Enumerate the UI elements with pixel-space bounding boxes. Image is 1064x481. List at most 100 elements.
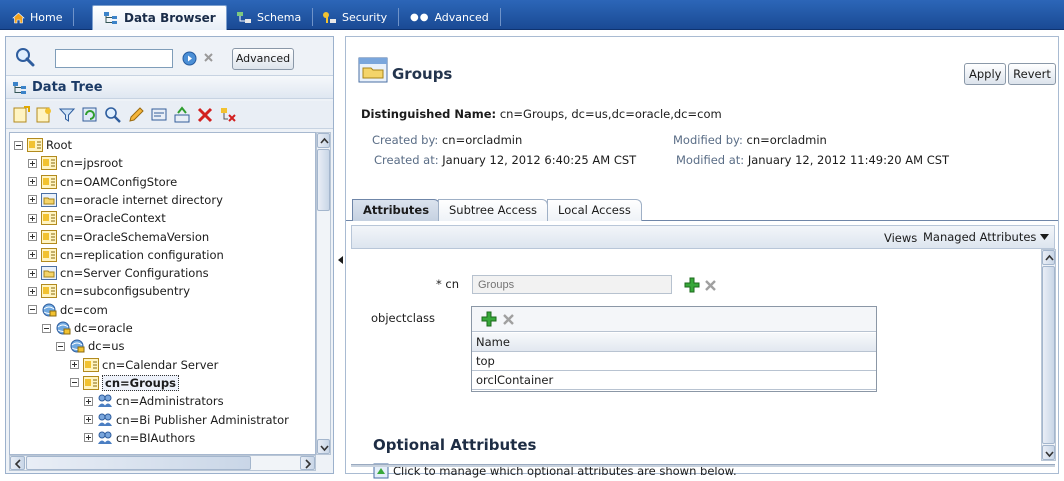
objectclass-toolbar xyxy=(472,307,876,332)
modified-at-label: Modified at: xyxy=(676,153,745,167)
scroll-down-button[interactable] xyxy=(317,439,330,454)
expand-icon[interactable] xyxy=(28,286,37,296)
tree-node[interactable]: cn=OAMConfigStore xyxy=(28,173,177,191)
tree-node[interactable]: cn=replication configuration xyxy=(28,246,224,264)
tree-node[interactable]: dc=oracle xyxy=(42,319,133,337)
domain-icon xyxy=(41,303,57,317)
table-row[interactable]: orclContainer xyxy=(472,371,876,390)
schema-icon xyxy=(237,12,251,23)
scroll-thumb[interactable] xyxy=(317,149,330,211)
collapse-icon[interactable] xyxy=(28,305,37,315)
tab-label: Security xyxy=(342,11,388,24)
collapse-icon[interactable] xyxy=(56,341,65,351)
add-icon[interactable] xyxy=(684,277,700,293)
entry-tabs: Attributes Subtree Access Local Access xyxy=(346,197,1058,221)
move-icon[interactable] xyxy=(173,106,191,124)
tab-home[interactable]: Home xyxy=(2,5,75,30)
apply-button[interactable]: Apply xyxy=(964,63,1006,85)
expand-icon[interactable] xyxy=(28,268,37,278)
remove-icon[interactable] xyxy=(502,313,515,326)
revert-button[interactable]: Revert xyxy=(1008,63,1056,85)
edit-icon[interactable] xyxy=(127,106,145,124)
create-entry-icon[interactable] xyxy=(12,106,30,124)
expand-icon[interactable] xyxy=(28,232,37,241)
form-vertical-scrollbar[interactable] xyxy=(1041,249,1056,461)
search-row: Advanced xyxy=(6,37,333,73)
rename-icon[interactable] xyxy=(150,106,168,124)
search-entry-icon[interactable] xyxy=(104,106,122,124)
tree-node[interactable]: cn=Groups xyxy=(70,374,179,392)
filter-icon[interactable] xyxy=(58,106,76,124)
domain-icon xyxy=(69,339,85,353)
expand-icon[interactable] xyxy=(28,250,37,260)
tree-node[interactable]: cn=Bi Publisher Administrator xyxy=(84,411,289,429)
tree-horizontal-scrollbar[interactable] xyxy=(9,455,316,471)
tab-schema[interactable]: Schema xyxy=(226,5,314,30)
expand-icon[interactable] xyxy=(28,177,37,187)
search-input[interactable] xyxy=(55,49,173,68)
scroll-up-button[interactable] xyxy=(1042,250,1055,265)
tab-advanced[interactable]: ●● Advanced xyxy=(400,5,501,30)
clear-icon[interactable] xyxy=(202,51,215,64)
tab-attributes[interactable]: Attributes xyxy=(352,199,441,221)
entry-icon xyxy=(83,375,99,390)
expand-icon[interactable] xyxy=(28,213,37,223)
tab-subtree-access[interactable]: Subtree Access xyxy=(438,199,549,221)
views-bar: Views Managed Attributes xyxy=(351,225,1055,249)
entry-icon xyxy=(41,284,57,299)
cn-input[interactable] xyxy=(472,275,672,294)
created-at: Created at: January 12, 2012 6:40:25 AM … xyxy=(374,153,636,167)
data-tree-header: Data Tree xyxy=(6,75,333,99)
expand-icon[interactable] xyxy=(70,360,79,370)
create-like-icon[interactable] xyxy=(35,106,53,124)
scroll-left-button[interactable] xyxy=(10,456,25,470)
caret-down-icon xyxy=(1040,234,1050,240)
table-row[interactable]: top xyxy=(472,352,876,371)
collapse-icon[interactable] xyxy=(14,140,23,150)
tab-data-browser[interactable]: Data Browser xyxy=(92,5,227,30)
tree-node[interactable]: dc=us xyxy=(56,337,125,355)
tree-node[interactable]: cn=oracle internet directory xyxy=(28,191,223,209)
views-dropdown[interactable]: Managed Attributes xyxy=(923,230,1050,244)
advanced-search-button[interactable]: Advanced xyxy=(232,48,294,70)
tree-node-label: cn=OracleSchemaVersion xyxy=(60,229,210,244)
tab-security[interactable]: Security xyxy=(312,5,400,30)
collapse-panel-icon[interactable] xyxy=(338,256,343,264)
tree-node[interactable]: cn=jpsroot xyxy=(28,154,123,172)
expand-icon[interactable] xyxy=(28,195,37,205)
tree-node[interactable]: cn=subconfigsubentry xyxy=(28,282,190,300)
tree-node[interactable]: cn=OracleSchemaVersion xyxy=(28,228,209,246)
tree-vertical-scrollbar[interactable] xyxy=(316,132,331,455)
tree-node[interactable]: cn=Calendar Server xyxy=(70,356,218,374)
go-icon[interactable] xyxy=(182,51,197,66)
scroll-down-button[interactable] xyxy=(1042,445,1055,460)
tree-node[interactable]: Root xyxy=(14,136,72,154)
collapse-icon[interactable] xyxy=(42,323,51,333)
expand-icon[interactable] xyxy=(84,396,93,406)
tree-node-label: cn=subconfigsubentry xyxy=(60,284,191,299)
scroll-up-button[interactable] xyxy=(317,133,330,148)
remove-icon[interactable] xyxy=(704,279,717,292)
tree-node[interactable]: cn=BIAuthors xyxy=(84,429,195,447)
expand-icon[interactable] xyxy=(28,158,37,168)
scroll-thumb[interactable] xyxy=(26,456,251,470)
delete-subtree-icon[interactable] xyxy=(219,106,237,124)
add-icon[interactable] xyxy=(481,311,497,327)
search-icon[interactable] xyxy=(14,47,40,67)
tree-node[interactable]: cn=OracleContext xyxy=(28,209,166,227)
tab-local-access[interactable]: Local Access xyxy=(547,199,642,221)
expand-icon[interactable] xyxy=(84,433,93,443)
collapse-icon[interactable] xyxy=(70,378,79,388)
tree-node-label: cn=jpsroot xyxy=(60,156,123,171)
delete-icon[interactable] xyxy=(196,106,214,124)
tree-node[interactable]: cn=Server Configurations xyxy=(28,264,209,282)
scroll-thumb[interactable] xyxy=(1042,266,1055,444)
group-icon xyxy=(97,394,113,408)
page-title: Groups xyxy=(392,65,453,83)
refresh-icon[interactable] xyxy=(81,106,99,124)
optional-attributes-title: Optional Attributes xyxy=(373,436,537,454)
expand-icon[interactable] xyxy=(84,415,93,424)
tree-node[interactable]: cn=Administrators xyxy=(84,392,224,410)
tree-node[interactable]: dc=com xyxy=(28,301,108,319)
scroll-right-button[interactable] xyxy=(300,456,315,470)
